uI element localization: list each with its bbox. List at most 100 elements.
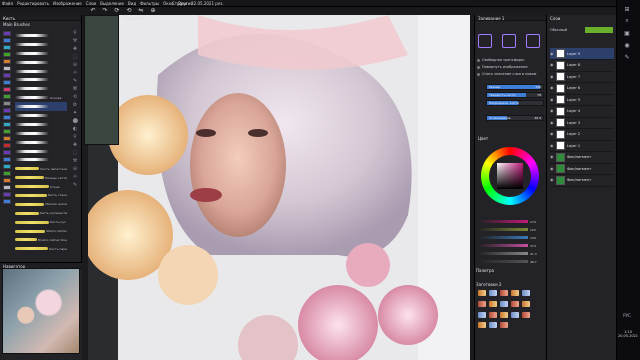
brush-category-swatch[interactable] <box>3 108 11 113</box>
menu-item[interactable]: Редактировать <box>17 1 49 6</box>
option-row[interactable]: Снять значение слоя в новом <box>477 71 543 77</box>
brush-item[interactable] <box>15 155 67 164</box>
brush-preset[interactable] <box>500 311 508 318</box>
brush-preset[interactable] <box>489 290 497 296</box>
visibility-icon[interactable]: ◉ <box>550 74 554 79</box>
brush-item[interactable] <box>15 120 67 129</box>
brush-item[interactable] <box>15 129 67 138</box>
brush-tool-icon[interactable]: ⊖ <box>73 63 78 68</box>
brush-preset[interactable] <box>500 322 508 329</box>
brush-preset[interactable] <box>511 311 519 318</box>
brush-preset[interactable] <box>489 311 497 318</box>
brush-tool-icon[interactable]: ⬚ <box>73 151 78 156</box>
move-icon[interactable] <box>526 34 540 48</box>
brush-category-swatch[interactable] <box>3 31 11 36</box>
brush-category-swatch[interactable] <box>3 52 11 57</box>
app-icon[interactable]: ◉ <box>618 40 636 50</box>
brush-preset[interactable] <box>478 300 486 307</box>
brush-category-swatch[interactable] <box>3 115 11 120</box>
start-icon[interactable]: ⊞ <box>618 4 636 14</box>
color-channel-slider[interactable] <box>478 220 528 223</box>
brush-item[interactable] <box>15 31 67 40</box>
brush-item[interactable] <box>15 40 67 49</box>
brush-category-swatch[interactable] <box>3 59 11 64</box>
brush-tool-icon[interactable]: ✚ <box>73 47 78 52</box>
brush-tool-icon[interactable]: ✦ <box>73 111 78 116</box>
brush-category-swatch[interactable] <box>3 178 11 183</box>
brush-item[interactable]: Кисть пера <box>15 244 67 253</box>
brush-preset[interactable] <box>500 300 508 307</box>
brush-tool-icon[interactable]: ✚ <box>73 143 78 148</box>
brush-category-swatch[interactable] <box>3 199 11 204</box>
brush-item[interactable]: Brusho calmer blue <box>15 235 67 244</box>
brush-preset[interactable] <box>522 311 530 318</box>
brush-item[interactable]: Кисть стена <box>15 191 67 200</box>
layer-row[interactable]: ◉ Layer 3 <box>550 117 614 129</box>
brush-item[interactable] <box>15 111 67 120</box>
menu-item[interactable]: Вид <box>128 1 136 6</box>
layer-row[interactable]: ◉ Layer 2 <box>550 129 614 141</box>
layer-tabs[interactable] <box>585 27 613 33</box>
brush-preset[interactable] <box>478 322 486 329</box>
brush-category-swatch[interactable] <box>3 94 11 99</box>
layer-row[interactable]: ◉ Фон/пигмент <box>550 152 614 164</box>
transform-icon[interactable] <box>478 34 492 48</box>
brush-category-swatch[interactable] <box>3 38 11 43</box>
brush-item[interactable]: Кисть-пух <box>15 218 67 227</box>
redo-icon[interactable]: ↷ <box>102 8 108 14</box>
color-channel-row[interactable]: 48.7 <box>478 259 542 264</box>
menu-item[interactable]: Слои <box>86 1 96 6</box>
brush-tool-icon[interactable]: ✎ <box>73 183 78 188</box>
brush-item[interactable]: Основа <box>15 93 67 102</box>
brush-preset[interactable] <box>478 290 486 296</box>
layer-row[interactable]: ◉ Layer 1 <box>550 140 614 152</box>
clock[interactable]: 1:10 20.05.2021 <box>617 330 639 338</box>
brush-category-swatch[interactable] <box>3 73 11 78</box>
brush-item[interactable]: Стена <box>15 182 67 191</box>
brush-set-name[interactable]: Main Brushes <box>0 21 81 27</box>
brush-item[interactable]: Мягкая нитка <box>15 200 67 209</box>
visibility-icon[interactable]: ◉ <box>550 120 554 125</box>
brush-category-swatch[interactable] <box>3 164 11 169</box>
visibility-icon[interactable]: ◉ <box>550 51 554 56</box>
brush-preset[interactable] <box>489 300 497 307</box>
layer-row[interactable]: ◉ Layer 9 <box>550 48 614 60</box>
crop-icon[interactable] <box>502 34 516 48</box>
brush-item[interactable]: Кисть-путешеств <box>15 209 67 218</box>
brush-preset[interactable] <box>489 322 497 329</box>
brush-category-swatch[interactable] <box>3 101 11 106</box>
brush-preset[interactable] <box>522 300 530 307</box>
brush-tool-icon[interactable]: ⌘ <box>73 87 78 92</box>
color-channel-slider[interactable] <box>478 236 528 239</box>
rotate-left-icon[interactable]: ⟲ <box>126 8 132 14</box>
document-tab[interactable]: Строки - 22.05.2021 рез. <box>172 1 224 6</box>
brush-tool-icon[interactable]: ⚲ <box>73 135 78 140</box>
brush-item[interactable]: Кисть лепестков <box>15 164 67 173</box>
layer-row[interactable]: ◉ Фон/пигмент <box>550 175 614 187</box>
brush-tool-icon[interactable]: ✎ <box>73 79 78 84</box>
brush-item[interactable] <box>15 138 67 147</box>
brush-category-swatch[interactable] <box>3 136 11 141</box>
canvas[interactable] <box>88 15 470 360</box>
language-indicator[interactable]: РУС <box>618 310 636 320</box>
brush-tool-icon[interactable]: ☼ <box>73 175 78 180</box>
brush-category-swatch[interactable] <box>3 122 11 127</box>
brush-tool-icon[interactable]: ⚒ <box>73 159 78 164</box>
reference-panel[interactable] <box>84 15 119 145</box>
brush-tool-icon[interactable]: ⊖ <box>73 167 78 172</box>
color-channel-slider[interactable] <box>478 244 528 247</box>
menu-item[interactable]: Фильтры <box>140 1 159 6</box>
color-channel-slider[interactable] <box>478 228 528 231</box>
menu-item[interactable]: Изображение <box>53 1 82 6</box>
slider[interactable]: Твердость кисти 78 <box>486 92 544 98</box>
brush-tool-icon[interactable]: ⟲ <box>73 95 78 100</box>
brush-tool-icon[interactable]: ⬚ <box>73 55 78 60</box>
color-channel-row[interactable]: 174 <box>478 219 542 224</box>
option-row[interactable]: Свободная трансформ. <box>477 57 543 63</box>
slider[interactable]: Сглаживание 36.4 <box>486 115 544 121</box>
visibility-icon[interactable]: ◉ <box>550 109 554 113</box>
brush-tool-icon[interactable]: ⚒ <box>73 39 78 44</box>
color-channel-slider[interactable] <box>478 260 528 263</box>
layer-row[interactable]: ◉ Layer 6 <box>550 83 614 95</box>
app-icon[interactable]: ✎ <box>618 52 636 62</box>
